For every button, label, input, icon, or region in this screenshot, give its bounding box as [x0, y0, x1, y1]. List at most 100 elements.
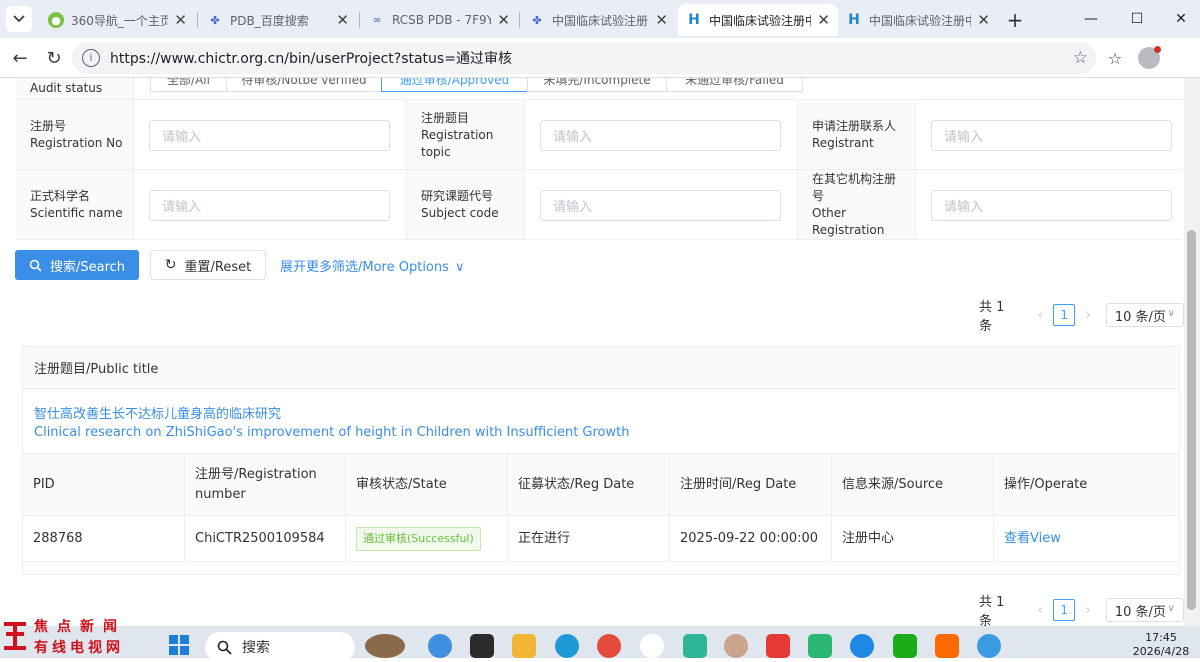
browser-tab-5-active[interactable]: H 中国临床试验注册中 ✕	[678, 4, 838, 36]
favorites-icon: ☆	[1107, 48, 1123, 68]
close-icon[interactable]: ✕	[655, 11, 668, 29]
browser-app-icon[interactable]	[850, 634, 874, 658]
reset-button[interactable]: ↻ 重置/Reset	[150, 250, 266, 280]
html-app-icon[interactable]	[935, 634, 959, 658]
copilot-icon[interactable]	[428, 634, 452, 658]
subject-code-input[interactable]: 请输入	[540, 189, 781, 221]
pagination-bottom: 共 1 条 ‹ 1 › 10 条/页 ∨	[979, 591, 1184, 626]
task-view-icon[interactable]	[470, 634, 494, 658]
close-icon: ✕	[1175, 11, 1187, 27]
scientific-name-input[interactable]: 请输入	[149, 189, 390, 221]
windows-start-icon[interactable]	[168, 634, 192, 658]
col-header-pid: PID	[23, 454, 185, 515]
wps-icon[interactable]	[766, 634, 790, 658]
registration-no-label: 注册号 Registration No	[16, 101, 134, 169]
more-options-link[interactable]: 展开更多筛选/More Options ∨	[280, 256, 465, 275]
close-icon[interactable]: ✕	[336, 11, 349, 29]
page-number[interactable]: 1	[1052, 599, 1076, 621]
search-button[interactable]: 搜索/Search	[15, 250, 139, 280]
next-page-icon[interactable]: ›	[1078, 603, 1097, 618]
prev-page-icon[interactable]: ‹	[1030, 308, 1049, 323]
audit-option-approved[interactable]: 通过审核/Approved	[381, 78, 528, 92]
favorites-button[interactable]: ☆	[1104, 47, 1126, 69]
tab-title: 中国临床试验注册中	[552, 13, 650, 28]
chrome-icon[interactable]	[597, 634, 621, 658]
browser-tab-4[interactable]: ✤ 中国临床试验注册中 ✕	[521, 4, 676, 36]
edge-icon[interactable]	[555, 634, 579, 658]
browser-tab-6[interactable]: H 中国临床试验注册中 ✕	[838, 4, 998, 36]
reload-button[interactable]: ↻	[43, 47, 65, 69]
widget-icon[interactable]	[365, 634, 405, 658]
clock-time: 17:45	[1145, 631, 1177, 644]
browser-tab-1[interactable]: ● 360导航_一个主页， ✕	[40, 4, 195, 36]
cell-pid: 288768	[23, 516, 185, 561]
cell-operate: 查看View	[994, 516, 1180, 561]
close-icon[interactable]: ✕	[817, 11, 830, 29]
site-info-icon[interactable]: i	[82, 49, 100, 67]
label-zh: 注册题目	[421, 110, 470, 125]
leaf-app-icon[interactable]	[683, 634, 707, 658]
chictr-h-icon: H	[688, 12, 700, 28]
registration-topic-input[interactable]: 请输入	[540, 119, 781, 151]
other-registration-input[interactable]: 请输入	[931, 189, 1172, 221]
audit-option-not-verified[interactable]: 待审核/Notbe verified	[226, 78, 382, 92]
reset-button-label: 重置/Reset	[184, 259, 252, 275]
back-button[interactable]: ←	[9, 47, 31, 69]
news-watermark: 焦点新闻 有线电视网	[0, 616, 130, 658]
trial-title-zh[interactable]: 智仕高改善生长不达标儿童身高的临床研究	[34, 403, 281, 422]
minimize-button[interactable]: —	[1080, 9, 1102, 29]
registration-topic-label: 注册题目 Registration topic	[407, 101, 525, 169]
maximize-button[interactable]: ☐	[1126, 9, 1148, 29]
page-number[interactable]: 1	[1052, 304, 1076, 326]
view-link[interactable]: 查看View	[1004, 529, 1061, 549]
scientific-name-label: 正式科学名 Scientific name	[16, 171, 134, 239]
tab-search-menu[interactable]	[6, 6, 32, 32]
registration-no-input[interactable]: 请输入	[149, 119, 390, 151]
subject-code-label: 研究课题代号 Subject code	[407, 171, 525, 239]
page-size-select[interactable]: 10 条/页 ∨	[1105, 598, 1184, 622]
bookmark-star-icon[interactable]: ☆	[1073, 48, 1088, 68]
search-app-icon[interactable]	[977, 634, 1001, 658]
label-en: Subject code	[421, 206, 499, 220]
search-button-label: 搜索/Search	[49, 259, 126, 275]
page-size-value: 10 条/页	[1114, 309, 1166, 325]
address-bar[interactable]: i https://www.chictr.org.cn/bin/userProj…	[72, 42, 1096, 74]
scrollbar-thumb[interactable]	[1187, 230, 1196, 610]
close-icon[interactable]: ✕	[174, 11, 187, 29]
audit-option-incomplete[interactable]: 未填完/Incomplete	[527, 78, 667, 92]
page-size-select[interactable]: 10 条/页 ∨	[1105, 303, 1184, 327]
cell-registration-no: ChiCTR2500109584	[185, 516, 346, 561]
trial-title-en[interactable]: Clinical research on ZhiShiGao's improve…	[34, 425, 630, 440]
clock[interactable]: 17:45 2026/4/28	[1126, 631, 1196, 659]
panda-app-icon[interactable]	[640, 634, 664, 658]
message-app-icon[interactable]	[808, 634, 832, 658]
close-window-button[interactable]: ✕	[1170, 9, 1192, 29]
pagination-top: 共 1 条 ‹ 1 › 10 条/页 ∨	[979, 296, 1184, 334]
prev-page-icon[interactable]: ‹	[1030, 603, 1049, 618]
browser-tab-2[interactable]: ✤ PDB_百度搜索 ✕	[199, 4, 357, 36]
label-en: Registration	[812, 223, 885, 237]
reset-icon: ↻	[164, 257, 177, 273]
wechat-icon[interactable]	[893, 634, 917, 658]
close-icon[interactable]: ✕	[977, 11, 990, 29]
url-text[interactable]: https://www.chictr.org.cn/bin/userProjec…	[110, 48, 1073, 68]
search-icon	[217, 640, 232, 655]
close-icon[interactable]: ✕	[497, 11, 510, 29]
tab-title: 360导航_一个主页，	[71, 13, 169, 28]
audit-option-all[interactable]: 全部/All	[150, 78, 227, 92]
new-tab-button[interactable]: +	[1003, 8, 1027, 32]
audit-option-failed[interactable]: 未通过审核/Failed	[666, 78, 803, 92]
browser-tab-3[interactable]: ∞ RCSB PDB - 7F9Y: gh ✕	[361, 4, 518, 36]
page-content: Audit status 全部/All 待审核/Notbe verified 通…	[0, 78, 1184, 626]
label-en: Registrant	[812, 136, 874, 150]
notification-dot	[1154, 46, 1161, 53]
next-page-icon[interactable]: ›	[1078, 308, 1097, 323]
profile-app-icon[interactable]	[724, 634, 748, 658]
file-explorer-icon[interactable]	[512, 634, 536, 658]
cell-source: 注册中心	[832, 516, 994, 561]
label-zh: 申请注册联系人	[812, 119, 897, 133]
col-header-recruit-status: 征募状态/Reg Date	[508, 454, 670, 515]
scientific-name-cell: 请输入	[134, 171, 407, 239]
registrant-input[interactable]: 请输入	[931, 119, 1172, 151]
status-badge: 通过审核(Successful)	[356, 526, 481, 551]
